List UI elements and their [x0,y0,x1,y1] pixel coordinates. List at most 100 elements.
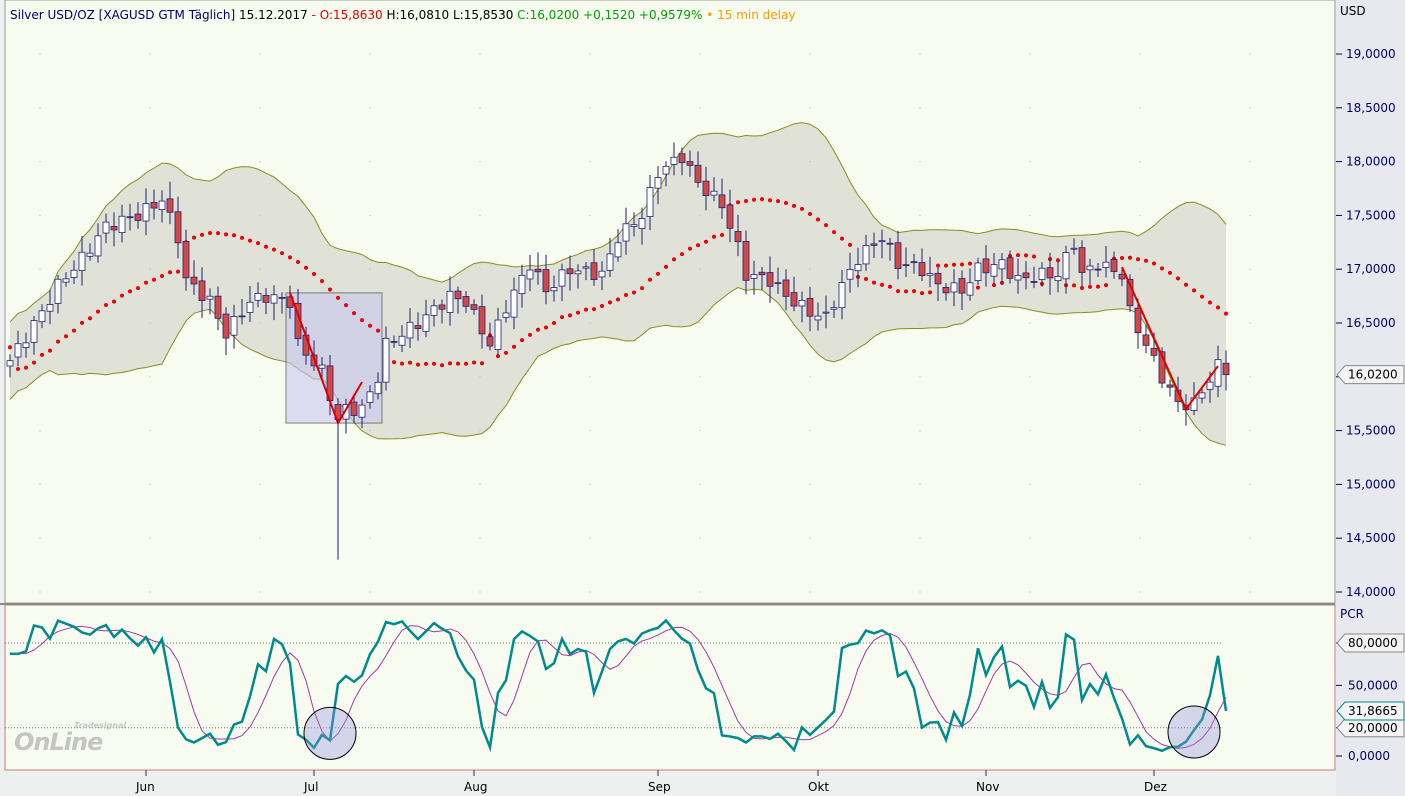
sar-dot [592,307,596,312]
candle-body [614,242,622,258]
grid-dot [1029,107,1031,109]
candle-body [766,272,774,287]
sar-dot [320,279,324,284]
x-tick-label: Nov [976,780,999,794]
y-tick-label: 15,0000 [1346,477,1396,491]
candle-body [806,297,814,317]
grid-dot [259,53,261,55]
grid-dot [39,107,41,109]
candle-body [710,190,718,196]
candle-body [254,293,262,301]
candle-body [846,268,854,280]
candle-body [1222,362,1230,376]
candle-body [486,336,494,347]
sar-dot [1224,311,1228,316]
candle-body [622,223,630,242]
grid-dot [39,430,41,432]
grid-dot [589,376,591,378]
candle-body [198,280,206,302]
grid-dot [479,537,481,539]
candle-body [46,304,54,312]
grid-dot [1139,591,1141,593]
candle-body [22,342,30,348]
sar-dot [824,223,828,228]
candle-body [238,315,246,318]
candle-body [382,337,390,383]
grid-dot [1249,537,1251,539]
grid-dot [699,322,701,324]
candle-body [38,310,46,323]
candle-body [158,200,166,210]
candle-body [582,266,590,269]
sar-dot [288,255,292,260]
grid-dot [1029,376,1031,378]
grid-dot [369,430,371,432]
sar-dot [880,282,884,287]
candle-body [1038,267,1046,280]
sar-dot [224,232,228,237]
grid-dot [149,322,151,324]
candle-body [950,282,958,293]
sar-dot [408,360,412,365]
candle-body [1166,384,1174,388]
grid-dot [149,107,151,109]
grid-dot [1249,214,1251,216]
candle-body [990,264,998,277]
candle-body [1030,281,1038,283]
candle-body [422,314,430,332]
candle-body [974,262,982,281]
candle-body [118,215,126,234]
sar-dot [536,327,540,332]
candle-body [558,269,566,287]
grid-dot [369,483,371,485]
grid-dot [1139,376,1141,378]
grid-dot [39,214,41,216]
sar-dot [848,242,852,247]
candle-body [590,262,598,280]
candle-body [262,294,270,303]
grid-dot [809,430,811,432]
candle-body [534,268,542,273]
sar-dot [776,199,780,204]
candle-body [662,165,670,175]
sar-dot [560,315,564,320]
candle-body [870,243,878,246]
candle-body [502,312,510,318]
candle-body [998,259,1006,270]
grid-dot [1249,268,1251,270]
sar-dot [272,247,276,252]
grid-dot [479,214,481,216]
grid-dot [369,161,371,163]
sar-dot [248,238,252,243]
sar-dot [1016,253,1020,258]
chart-canvas[interactable]: USD 19,0000 18,5000 18,0000 17,5000 17,0000 16… [0,0,1405,796]
x-tick-label: Sep [648,780,671,794]
candle-body [214,295,222,319]
candle-body [926,273,934,276]
sar-dot [168,270,172,275]
grid-dot [1029,214,1031,216]
candle-body [270,294,278,304]
candle-body [190,276,198,285]
sar-dot [1176,276,1180,281]
sar-dot [328,287,332,292]
sar-dot [88,316,92,321]
sar-dot [960,262,964,267]
candle-body [942,287,950,294]
grid-dot [1029,430,1031,432]
grid-dot [1249,53,1251,55]
candle-body [134,213,142,221]
grid-dot [479,430,481,432]
candle-body [838,282,846,309]
grid-dot [589,268,591,270]
grid-dot [589,430,591,432]
y-tick-label: 14,5000 [1346,531,1396,545]
sar-dot [544,325,548,330]
sar-dot [160,274,164,279]
candle-body [1006,257,1014,279]
candle-body [574,270,582,275]
candle-body [470,304,478,310]
candle-body [278,296,286,299]
grid-dot [589,483,591,485]
candle-body [1110,258,1118,273]
